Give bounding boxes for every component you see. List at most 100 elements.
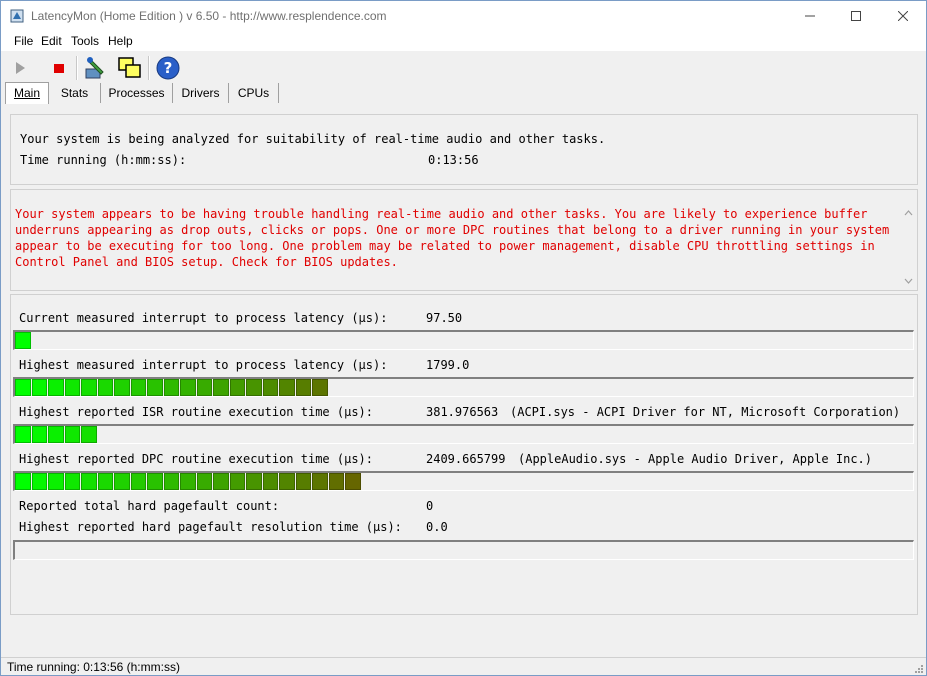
time-running-label: Time running (h:mm:ss): <box>20 153 187 167</box>
bar-segment <box>345 473 361 490</box>
bar-segment <box>312 379 328 396</box>
highest-latency-label: Highest measured interrupt to process la… <box>19 358 388 372</box>
stop-button[interactable] <box>47 56 71 80</box>
current-latency-label: Current measured interrupt to process la… <box>19 311 388 325</box>
toolbar-separator <box>76 56 78 80</box>
bar-segment <box>31 473 47 490</box>
isr-time-label: Highest reported ISR routine execution t… <box>19 405 374 419</box>
tools-button[interactable] <box>83 55 109 81</box>
bar-segment <box>48 379 64 396</box>
bar-segment <box>48 473 64 490</box>
minimize-button[interactable] <box>787 1 833 31</box>
latencymon-app-icon <box>10 9 24 23</box>
current-latency-bar <box>13 330 914 350</box>
bar-segment <box>262 379 278 396</box>
close-icon <box>898 11 908 21</box>
scroll-up-icon[interactable] <box>901 207 916 219</box>
bar-segment <box>15 379 31 396</box>
bar-segment <box>31 379 47 396</box>
pagefault-count-value: 0 <box>426 499 434 513</box>
scroll-down-icon[interactable] <box>901 275 916 287</box>
bar-segment <box>81 473 97 490</box>
time-running-value: 0:13:56 <box>428 153 479 167</box>
bar-segment <box>279 473 295 490</box>
bar-segment <box>213 473 229 490</box>
play-icon <box>16 62 25 74</box>
bar-segment <box>295 379 311 396</box>
menu-bar: File Edit Tools Help <box>1 31 926 51</box>
dpc-time-label: Highest reported DPC routine execution t… <box>19 452 374 466</box>
menu-help[interactable]: Help <box>108 34 133 48</box>
tab-cpus[interactable]: CPUs <box>229 83 279 103</box>
tab-drivers-label: Drivers <box>181 86 220 100</box>
pagefault-time-bar <box>13 540 914 560</box>
bar-segment <box>15 426 31 443</box>
menu-tools[interactable]: Tools <box>71 34 99 48</box>
dpc-time-bar-fill <box>15 473 362 490</box>
app-window: LatencyMon (Home Edition ) v 6.50 - http… <box>0 0 927 676</box>
menu-file[interactable]: File <box>14 34 33 48</box>
toolbar: ? <box>1 52 926 83</box>
bar-segment <box>213 379 229 396</box>
tab-stats[interactable]: Stats <box>49 83 101 103</box>
pagefault-count-label: Reported total hard pagefault count: <box>19 499 280 513</box>
bar-segment <box>130 379 146 396</box>
bar-segment <box>196 473 212 490</box>
highest-latency-bar <box>13 377 914 397</box>
windows-button[interactable] <box>117 55 143 81</box>
bar-segment <box>114 473 130 490</box>
bar-segment <box>246 473 262 490</box>
maximize-button[interactable] <box>833 1 879 31</box>
bar-segment <box>147 379 163 396</box>
tab-drivers[interactable]: Drivers <box>173 83 229 103</box>
toolbar-separator <box>148 56 150 80</box>
bar-segment <box>180 379 196 396</box>
bar-segment <box>64 473 80 490</box>
tab-main-label: Main <box>13 86 40 100</box>
bar-segment <box>81 379 97 396</box>
start-button[interactable] <box>8 56 32 80</box>
help-icon: ? <box>156 56 180 80</box>
bar-segment <box>64 379 80 396</box>
bar-segment <box>31 426 47 443</box>
status-time-running: Time running: 0:13:56 (h:mm:ss) <box>7 660 180 674</box>
isr-time-value: 381.976563 <box>426 405 499 419</box>
resize-grip-icon[interactable] <box>912 662 924 674</box>
bar-segment <box>295 473 311 490</box>
bar-segment <box>328 473 344 490</box>
help-button[interactable]: ? <box>155 55 181 81</box>
windows-icon <box>118 57 141 78</box>
stop-icon <box>54 64 64 73</box>
warning-scrollbar[interactable] <box>901 207 916 287</box>
svg-text:?: ? <box>164 59 173 77</box>
bar-segment <box>180 473 196 490</box>
bar-segment <box>246 379 262 396</box>
close-button[interactable] <box>880 1 926 31</box>
isr-driver-detail: (ACPI.sys - ACPI Driver for NT, Microsof… <box>510 405 901 419</box>
pagefault-time-label: Highest reported hard pagefault resoluti… <box>19 520 402 534</box>
tab-processes-label: Processes <box>108 86 165 100</box>
bar-segment <box>48 426 64 443</box>
bar-segment <box>97 379 113 396</box>
tab-processes[interactable]: Processes <box>101 83 173 103</box>
menu-edit[interactable]: Edit <box>41 34 62 48</box>
analysis-status-text: Your system is being analyzed for suitab… <box>20 132 606 146</box>
bar-segment <box>229 379 245 396</box>
dpc-driver-detail: (AppleAudio.sys - Apple Audio Driver, Ap… <box>518 452 873 466</box>
highest-latency-bar-fill <box>15 379 329 396</box>
analysis-panel <box>10 114 918 185</box>
isr-time-bar <box>13 424 914 444</box>
bar-segment <box>81 426 97 443</box>
tab-main[interactable]: Main <box>5 82 49 104</box>
bar-segment <box>15 332 31 349</box>
bar-segment <box>163 473 179 490</box>
tab-stats-label: Stats <box>60 86 89 100</box>
bar-segment <box>262 473 278 490</box>
bar-segment <box>15 473 31 490</box>
title-bar[interactable]: LatencyMon (Home Edition ) v 6.50 - http… <box>1 1 926 31</box>
pagefault-time-value: 0.0 <box>426 520 448 534</box>
current-latency-value: 97.50 <box>426 311 463 325</box>
bar-segment <box>64 426 80 443</box>
bar-segment <box>147 473 163 490</box>
bar-segment <box>279 379 295 396</box>
